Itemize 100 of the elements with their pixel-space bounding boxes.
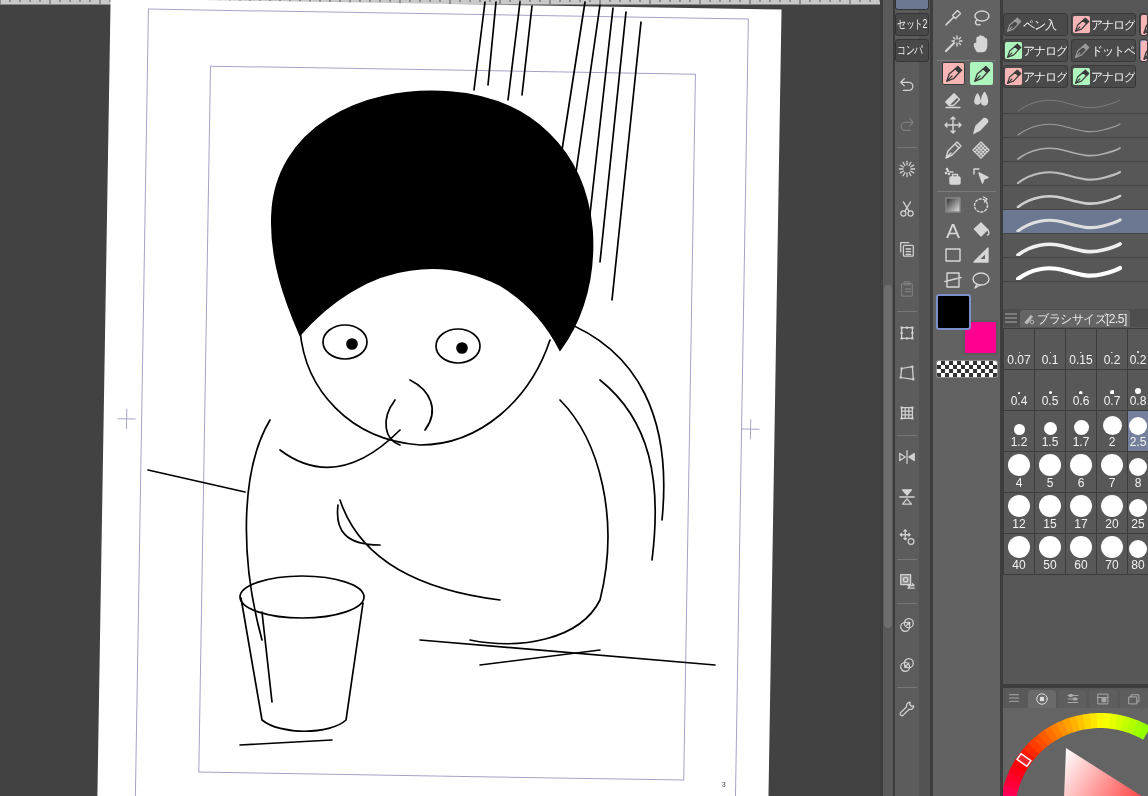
brush-size-option[interactable]: 15 [1035,493,1065,533]
brush-size-option[interactable]: 20 [1097,493,1127,533]
quadrilateral-icon [898,364,916,382]
swatch-grid-icon [1096,692,1111,706]
sub-tool-button[interactable]: アナログ [1071,65,1136,88]
brush-dot-icon [1135,388,1141,394]
brush-size-option[interactable]: 0.2 [1128,329,1148,369]
flip-vertical-icon [898,488,916,506]
brush-size-option[interactable]: 80 [1128,534,1148,574]
brush-dot-icon [1101,536,1123,558]
move-arrows-icon [943,114,963,135]
wrench-icon [898,700,916,718]
brush-dot-icon [1129,417,1147,435]
brush-dot-icon [1008,454,1030,476]
circles-arrow-icon [898,656,916,674]
brush-size-option[interactable]: 0.1 [1035,329,1065,369]
gradient-square-icon [943,195,963,215]
flip-horizontal-icon [898,448,916,466]
sub-tool-button[interactable]: ドットペ [1071,39,1136,62]
brush-size-option[interactable]: 0.07 [1004,329,1034,369]
brush-size-option[interactable]: 0.4 [1004,370,1034,410]
sub-tool-button[interactable]: アナログ [1003,39,1068,62]
brush-size-option[interactable]: 7 [1097,452,1127,492]
rectangle-icon [943,245,963,265]
color-slider-tab[interactable] [1058,690,1087,708]
speech-balloon-icon [971,270,991,290]
brush-dot-icon [1129,458,1147,476]
brush-size-option[interactable]: 0.7 [1097,370,1127,410]
brush-size-option[interactable]: 6 [1066,452,1096,492]
brush-size-option[interactable]: 40 [1004,534,1034,574]
sub-color-swatch[interactable] [963,319,998,355]
brush-dot-icon [1129,540,1147,558]
redo-icon [898,116,916,134]
move-rotate-icon [898,528,916,546]
brush-stroke-icon [1016,239,1122,256]
pen-nib-icon [971,64,991,83]
brush-dot-icon [1101,454,1123,476]
brush-size-option[interactable]: 12 [1004,493,1034,533]
brush-size-option[interactable]: 50 [1035,534,1065,574]
brush-dot-icon [1013,424,1025,435]
brush-size-option[interactable]: 1.7 [1066,411,1096,451]
set-tab[interactable] [895,0,929,10]
brush-size-option[interactable]: 2.5 [1128,411,1148,451]
brush-size-option[interactable]: 0.15 [1066,329,1096,369]
brush-size-option[interactable]: 0.5 [1035,370,1065,410]
pen-tool-button[interactable] [969,62,993,85]
hue-handle[interactable] [1016,752,1032,768]
pen-nib-icon [1005,16,1022,33]
brush-size-option[interactable]: 8 [1128,452,1148,492]
selection-convert-icon [898,572,916,590]
brush-size-tab[interactable]: ブラシサイズ[2.5] [1020,310,1130,327]
brush-size-option[interactable]: 70 [1097,534,1127,574]
vertical-scrollbar[interactable] [880,0,895,796]
crop-mark [741,418,761,440]
mesh-grid-icon [898,404,916,422]
brush-dot-icon [1048,391,1052,394]
brush-dot-icon [1070,536,1092,558]
brush-size-option[interactable]: 0.2 [1097,329,1127,369]
color-set-tab[interactable] [1089,690,1118,708]
brush-size-option[interactable]: 0.6 [1066,370,1096,410]
text-tool-button[interactable]: A [941,218,965,242]
move-tool-button[interactable] [941,113,965,136]
history-tab[interactable] [1120,690,1148,708]
saturation-value-triangle[interactable] [1064,748,1142,796]
brush-size-option[interactable]: 60 [1066,534,1096,574]
eyedropper-icon [943,7,963,28]
brush-size-option[interactable]: 25 [1128,493,1148,533]
brush-size-option[interactable]: 2 [1097,411,1127,451]
brush-size-option[interactable]: 1.5 [1035,411,1065,451]
menu-icon[interactable] [1009,693,1019,703]
sub-tool-button[interactable]: アナログ [1071,13,1136,36]
copy-icon [898,240,916,258]
brush-dot-icon [1070,454,1092,476]
pointer-icon [971,165,991,186]
spray-bottle-icon [943,165,963,186]
brush-dot-icon [1008,536,1030,558]
lasso-icon [971,7,991,28]
pen-tool-button[interactable] [941,62,965,85]
main-color-swatch[interactable] [936,293,971,330]
color-wheel-tab[interactable] [1027,690,1056,708]
set-tab[interactable]: コンパ [895,39,929,62]
scrollbar-thumb[interactable] [884,285,892,628]
set-tab[interactable]: セット2 [895,13,929,36]
sliders-icon [1065,692,1080,706]
brush-size-option[interactable]: 0.8 [1128,370,1148,410]
brush-dot-icon [1102,416,1122,435]
sub-tool-button[interactable]: アナログ [1003,65,1068,88]
brush-stroke-icon [1016,215,1122,232]
stroke-preset-row[interactable] [1003,210,1148,234]
brush-stroke-icon [1016,263,1122,280]
sub-tool-button[interactable]: ペン入 [1003,13,1068,36]
brush-size-option[interactable]: 1.2 [1004,411,1034,451]
bounding-box-icon [898,324,916,342]
brush-size-option[interactable]: 4 [1004,452,1034,492]
pen-nib-icon [1073,42,1090,59]
brush-dot-icon [1101,495,1123,517]
diamond-grid-icon [971,140,991,160]
transparent-color-swatch[interactable] [936,359,998,378]
brush-size-option[interactable]: 17 [1066,493,1096,533]
brush-size-option[interactable]: 5 [1035,452,1065,492]
